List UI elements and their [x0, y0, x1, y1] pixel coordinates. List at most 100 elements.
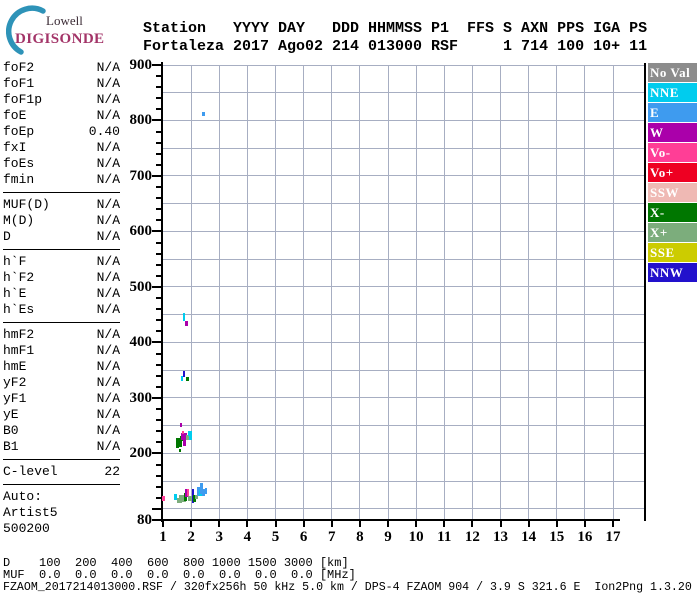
- y-tick-label: 300: [129, 389, 153, 406]
- x-tick-label: 8: [356, 529, 364, 545]
- x-tick-label: 4: [243, 529, 252, 545]
- v-gridline: [584, 65, 586, 520]
- y-minor-tick: [156, 496, 161, 499]
- footer-status-line: FZAOM_2017214013000.RSF / 320fx256h 50 k…: [3, 581, 692, 594]
- y-tick-label: 600: [129, 223, 153, 240]
- x-tick: [527, 521, 530, 527]
- x-tick-label: 1: [159, 529, 167, 545]
- x-tick-label: 17: [605, 529, 621, 545]
- h-gridline: [163, 452, 646, 454]
- echo-point: [204, 487, 207, 494]
- h-gridline: [163, 147, 646, 149]
- h-gridline: [163, 258, 646, 260]
- legend-label: NNW: [650, 265, 684, 280]
- x-tick-label: 13: [493, 529, 508, 545]
- y-minor-tick: [156, 186, 161, 189]
- x-tick-label: 6: [299, 529, 308, 545]
- v-gridline: [190, 65, 192, 520]
- x-tick: [190, 521, 193, 527]
- y-major-tick: [152, 396, 161, 399]
- echo-point: [202, 111, 206, 116]
- y-minor-tick: [156, 463, 161, 466]
- x-tick: [246, 521, 249, 527]
- y-major-tick: [152, 452, 161, 455]
- legend-label: Vo+: [650, 165, 674, 180]
- h-gridline: [163, 203, 646, 205]
- legend-label: E: [650, 105, 660, 120]
- y-minor-tick: [156, 263, 161, 266]
- h-gridline: [163, 92, 646, 94]
- v-gridline: [218, 65, 220, 520]
- legend-label: No Val: [650, 65, 691, 80]
- h-gridline: [163, 369, 646, 371]
- v-gridline: [500, 65, 501, 520]
- x-tick: [330, 521, 333, 527]
- echo-point: [179, 448, 182, 452]
- plot-right-border: [644, 63, 646, 521]
- y-minor-tick: [156, 485, 161, 488]
- legend-label: X-: [650, 205, 665, 220]
- legend-swatch: NNE: [648, 83, 697, 102]
- y-major-tick: [152, 230, 161, 233]
- x-tick: [358, 521, 361, 527]
- y-minor-tick: [156, 474, 161, 477]
- y-minor-tick: [156, 241, 161, 244]
- legend-label: SSE: [650, 245, 675, 260]
- h-gridline: [163, 119, 646, 121]
- v-gridline: [387, 65, 389, 520]
- x-tick: [415, 521, 418, 527]
- y-minor-tick: [156, 219, 161, 222]
- x-tick: [471, 521, 474, 527]
- y-minor-tick: [156, 163, 161, 166]
- v-gridline: [556, 65, 558, 520]
- x-tick-label: 7: [328, 529, 336, 545]
- y-axis: [161, 62, 163, 522]
- y-tick-label: 400: [129, 334, 153, 351]
- legend-swatch: X+: [648, 223, 697, 242]
- v-gridline: [331, 65, 333, 520]
- y-minor-tick: [156, 330, 161, 333]
- y-minor-tick: [156, 152, 161, 155]
- legend-label: W: [650, 125, 664, 140]
- h-gridline: [163, 397, 646, 399]
- y-tick-label: 900: [129, 57, 153, 73]
- v-gridline: [471, 65, 473, 520]
- x-tick: [612, 521, 614, 527]
- y-major-tick: [152, 507, 161, 510]
- v-gridline: [528, 65, 530, 520]
- y-major-tick: [152, 519, 161, 521]
- legend-swatch: X-: [648, 203, 697, 222]
- y-minor-tick: [156, 197, 161, 200]
- legend-label: SSW: [650, 185, 679, 200]
- legend-swatch: SSE: [648, 243, 697, 262]
- echo-point: [181, 430, 184, 434]
- x-tick: [218, 521, 221, 527]
- ionogram-plot: 900 800 700 600 500 400 300 200 80 1 2 3 4 5 6 7 8 9 10 11 1…: [0, 0, 700, 600]
- legend-label: NNE: [650, 85, 679, 100]
- h-gridline: [163, 64, 646, 66]
- x-tick: [583, 521, 586, 527]
- echo-point: [180, 423, 182, 428]
- x-tick: [387, 521, 389, 527]
- v-gridline: [359, 65, 361, 520]
- x-tick-label: 12: [464, 529, 480, 545]
- y-minor-tick: [156, 385, 161, 388]
- legend-label: X+: [650, 225, 668, 240]
- y-major-tick: [152, 119, 161, 122]
- y-minor-tick: [156, 363, 161, 366]
- x-tick: [499, 521, 502, 527]
- legend-swatch: Vo+: [648, 163, 697, 182]
- echo-point: [187, 488, 190, 496]
- h-gridline: [163, 230, 646, 232]
- h-gridline: [163, 341, 646, 343]
- y-minor-tick: [156, 319, 161, 322]
- y-minor-tick: [156, 75, 161, 78]
- y-minor-tick: [156, 141, 161, 144]
- y-minor-tick: [156, 86, 161, 89]
- x-tick-label: 10: [408, 529, 424, 545]
- h-gridline: [163, 314, 646, 316]
- v-gridline: [443, 65, 445, 520]
- legend-swatch: Vo-: [648, 143, 697, 162]
- legend-swatch: No Val: [648, 63, 697, 82]
- echo-point: [180, 376, 183, 381]
